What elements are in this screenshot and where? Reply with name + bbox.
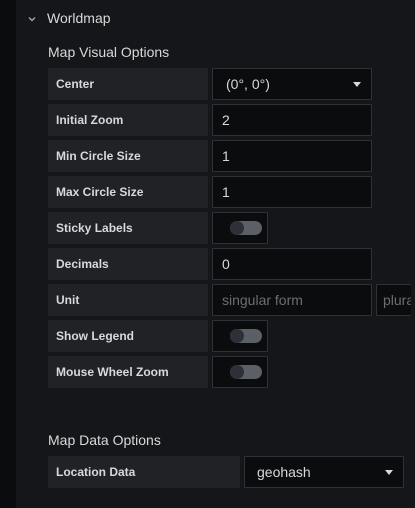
min-circle-size-row: Min Circle Size 1 [48, 140, 372, 172]
caret-down-icon [385, 470, 393, 475]
center-select[interactable]: (0°, 0°) [212, 68, 372, 100]
toggle-knob [230, 221, 244, 235]
worldmap-section-header[interactable]: Worldmap [26, 9, 111, 27]
unit-plural-input[interactable]: plural form [376, 284, 411, 316]
mouse-wheel-zoom-toggle-box [212, 356, 268, 388]
center-value: (0°, 0°) [226, 76, 270, 92]
show-legend-label: Show Legend [48, 320, 208, 352]
unit-label: Unit [48, 284, 208, 316]
location-data-label: Location Data [48, 456, 240, 488]
initial-zoom-label: Initial Zoom [48, 104, 208, 136]
section-title: Worldmap [47, 10, 111, 26]
toggle-knob [230, 329, 244, 343]
decimals-input[interactable]: 0 [212, 248, 372, 280]
min-circle-size-label: Min Circle Size [48, 140, 208, 172]
sticky-labels-row: Sticky Labels [48, 212, 268, 244]
min-circle-size-input[interactable]: 1 [212, 140, 372, 172]
show-legend-toggle[interactable] [230, 329, 262, 343]
sticky-labels-toggle-box [212, 212, 268, 244]
sticky-labels-toggle[interactable] [230, 221, 262, 235]
toggle-knob [230, 365, 244, 379]
center-row: Center (0°, 0°) [48, 68, 372, 100]
editor-root: Worldmap Map Visual Options Center (0°, … [0, 0, 415, 508]
show-legend-row: Show Legend [48, 320, 268, 352]
location-data-row: Location Data geohash [48, 456, 404, 488]
max-circle-size-input[interactable]: 1 [212, 176, 372, 208]
options-panel: Worldmap Map Visual Options Center (0°, … [16, 0, 415, 508]
max-circle-size-row: Max Circle Size 1 [48, 176, 372, 208]
visual-options-title: Map Visual Options [48, 44, 170, 60]
location-data-select[interactable]: geohash [244, 456, 404, 488]
unit-row: Unit singular form plural form [48, 284, 411, 316]
unit-singular-input[interactable]: singular form [212, 284, 372, 316]
max-circle-size-label: Max Circle Size [48, 176, 208, 208]
show-legend-toggle-box [212, 320, 268, 352]
decimals-row: Decimals 0 [48, 248, 372, 280]
mouse-wheel-zoom-label: Mouse Wheel Zoom [48, 356, 208, 388]
data-options-title: Map Data Options [48, 432, 161, 448]
caret-down-icon [353, 82, 361, 87]
chevron-down-icon [26, 12, 38, 24]
mouse-wheel-zoom-toggle[interactable] [230, 365, 262, 379]
initial-zoom-input[interactable]: 2 [212, 104, 372, 136]
sticky-labels-label: Sticky Labels [48, 212, 208, 244]
center-label: Center [48, 68, 208, 100]
decimals-label: Decimals [48, 248, 208, 280]
initial-zoom-row: Initial Zoom 2 [48, 104, 372, 136]
left-gutter [0, 0, 16, 508]
mouse-wheel-zoom-row: Mouse Wheel Zoom [48, 356, 268, 388]
location-data-value: geohash [257, 464, 311, 480]
